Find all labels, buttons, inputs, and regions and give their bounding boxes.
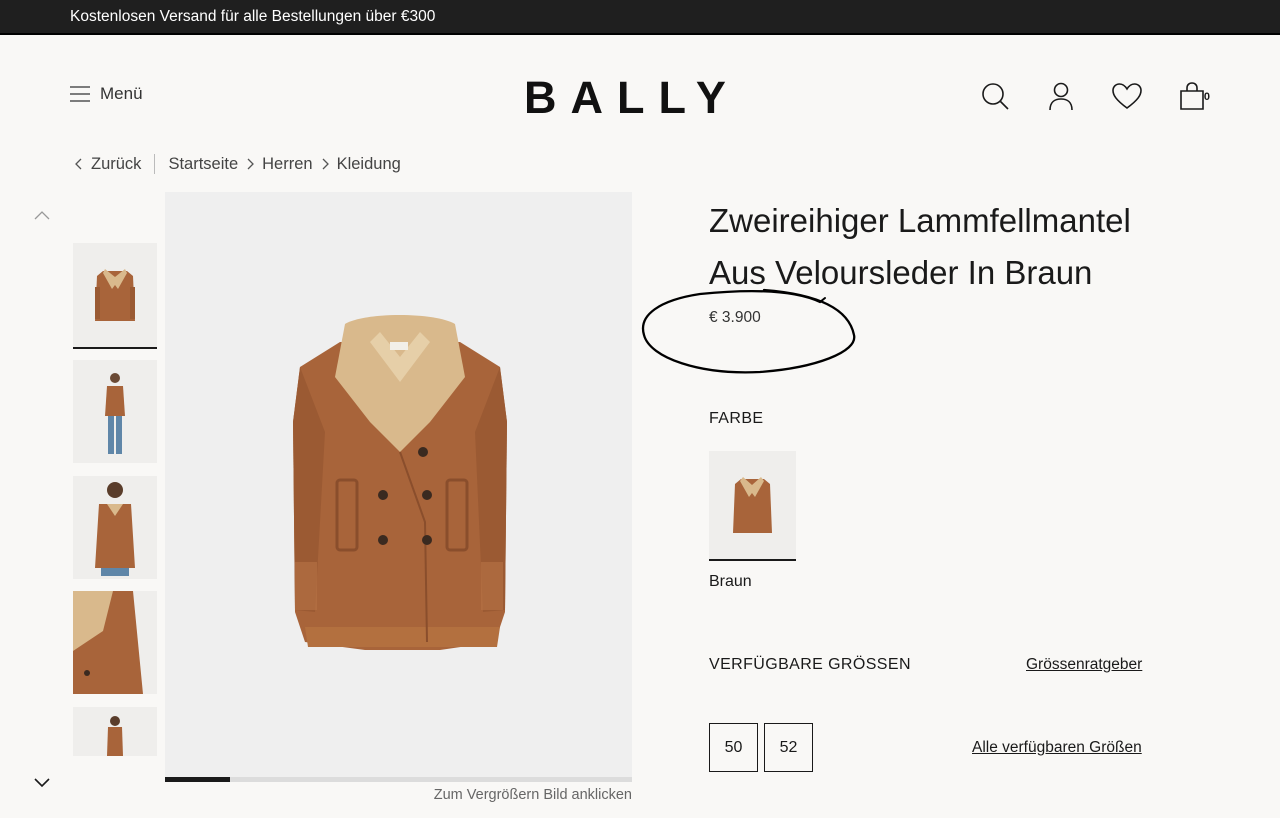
search-button[interactable]: [978, 79, 1012, 113]
breadcrumb-item-kleidung[interactable]: Kleidung: [337, 155, 401, 174]
thumbnail-detail-collar[interactable]: [73, 591, 157, 694]
product-main-image[interactable]: [165, 192, 632, 777]
collar-detail-thumbnail-image: [73, 591, 157, 694]
thumbnail-coat-front[interactable]: [73, 243, 157, 349]
chevron-right-icon: [322, 158, 329, 170]
model-thumbnail-image: [105, 373, 125, 454]
gallery-progress-bar: [165, 777, 632, 782]
zoom-hint: Zum Vergrößern Bild anklicken: [433, 787, 632, 803]
bag-count: 0: [1203, 91, 1210, 103]
search-icon: [982, 83, 1009, 110]
model-halfbody-thumbnail-image: [95, 482, 135, 576]
account-button[interactable]: [1044, 79, 1078, 113]
breadcrumb-item-startseite[interactable]: Startseite: [168, 155, 238, 174]
thumbnail-model-full[interactable]: [73, 360, 157, 463]
size-option-50[interactable]: 50: [709, 723, 758, 772]
thumbnail-scroll-up-icon[interactable]: [34, 210, 50, 220]
thumbnail-model-side[interactable]: [73, 707, 157, 756]
breadcrumb-divider: [154, 154, 156, 174]
breadcrumb: Zurück Startseite Herren Kleidung: [75, 154, 401, 174]
coat-main-image: [293, 315, 507, 650]
gallery-progress-fill: [165, 777, 231, 782]
breadcrumb-item-herren[interactable]: Herren: [262, 155, 312, 174]
color-heading: FARBE: [709, 410, 764, 427]
hamburger-icon: [70, 86, 90, 102]
thumbnail-model-half[interactable]: [73, 476, 157, 579]
chevron-left-icon: [75, 158, 82, 170]
brand-logo[interactable]: BALLY: [524, 75, 740, 120]
sizes-heading: VERFÜGBARE GRÖSSEN: [709, 656, 911, 673]
price-annotation-circle: [641, 288, 856, 374]
model-side-thumbnail-image: [107, 716, 123, 756]
wishlist-heart-icon: [1112, 83, 1142, 109]
chevron-right-icon: [247, 158, 255, 170]
color-selected-label: Braun: [709, 573, 752, 590]
site-header: Menü BALLY 0: [0, 35, 1280, 150]
size-option-52[interactable]: 52: [764, 723, 813, 772]
all-sizes-link[interactable]: Alle verfügbaren Größen: [972, 739, 1142, 757]
promo-banner: Kostenlosen Versand für alle Bestellunge…: [0, 0, 1280, 35]
shopping-bag-button[interactable]: 0: [1176, 79, 1210, 113]
back-link[interactable]: Zurück: [75, 155, 141, 174]
thumbnail-scroll-down-icon[interactable]: [34, 778, 50, 788]
menu-button[interactable]: Menü: [70, 84, 143, 104]
size-guide-link[interactable]: Grössenratgeber: [1026, 656, 1142, 674]
coat-thumbnail-image: [95, 269, 135, 321]
wishlist-button[interactable]: [1110, 79, 1144, 113]
account-icon: [1049, 82, 1073, 111]
coat-swatch-image: [733, 477, 772, 533]
color-swatch-braun[interactable]: [709, 451, 796, 561]
menu-label: Menü: [100, 84, 143, 103]
